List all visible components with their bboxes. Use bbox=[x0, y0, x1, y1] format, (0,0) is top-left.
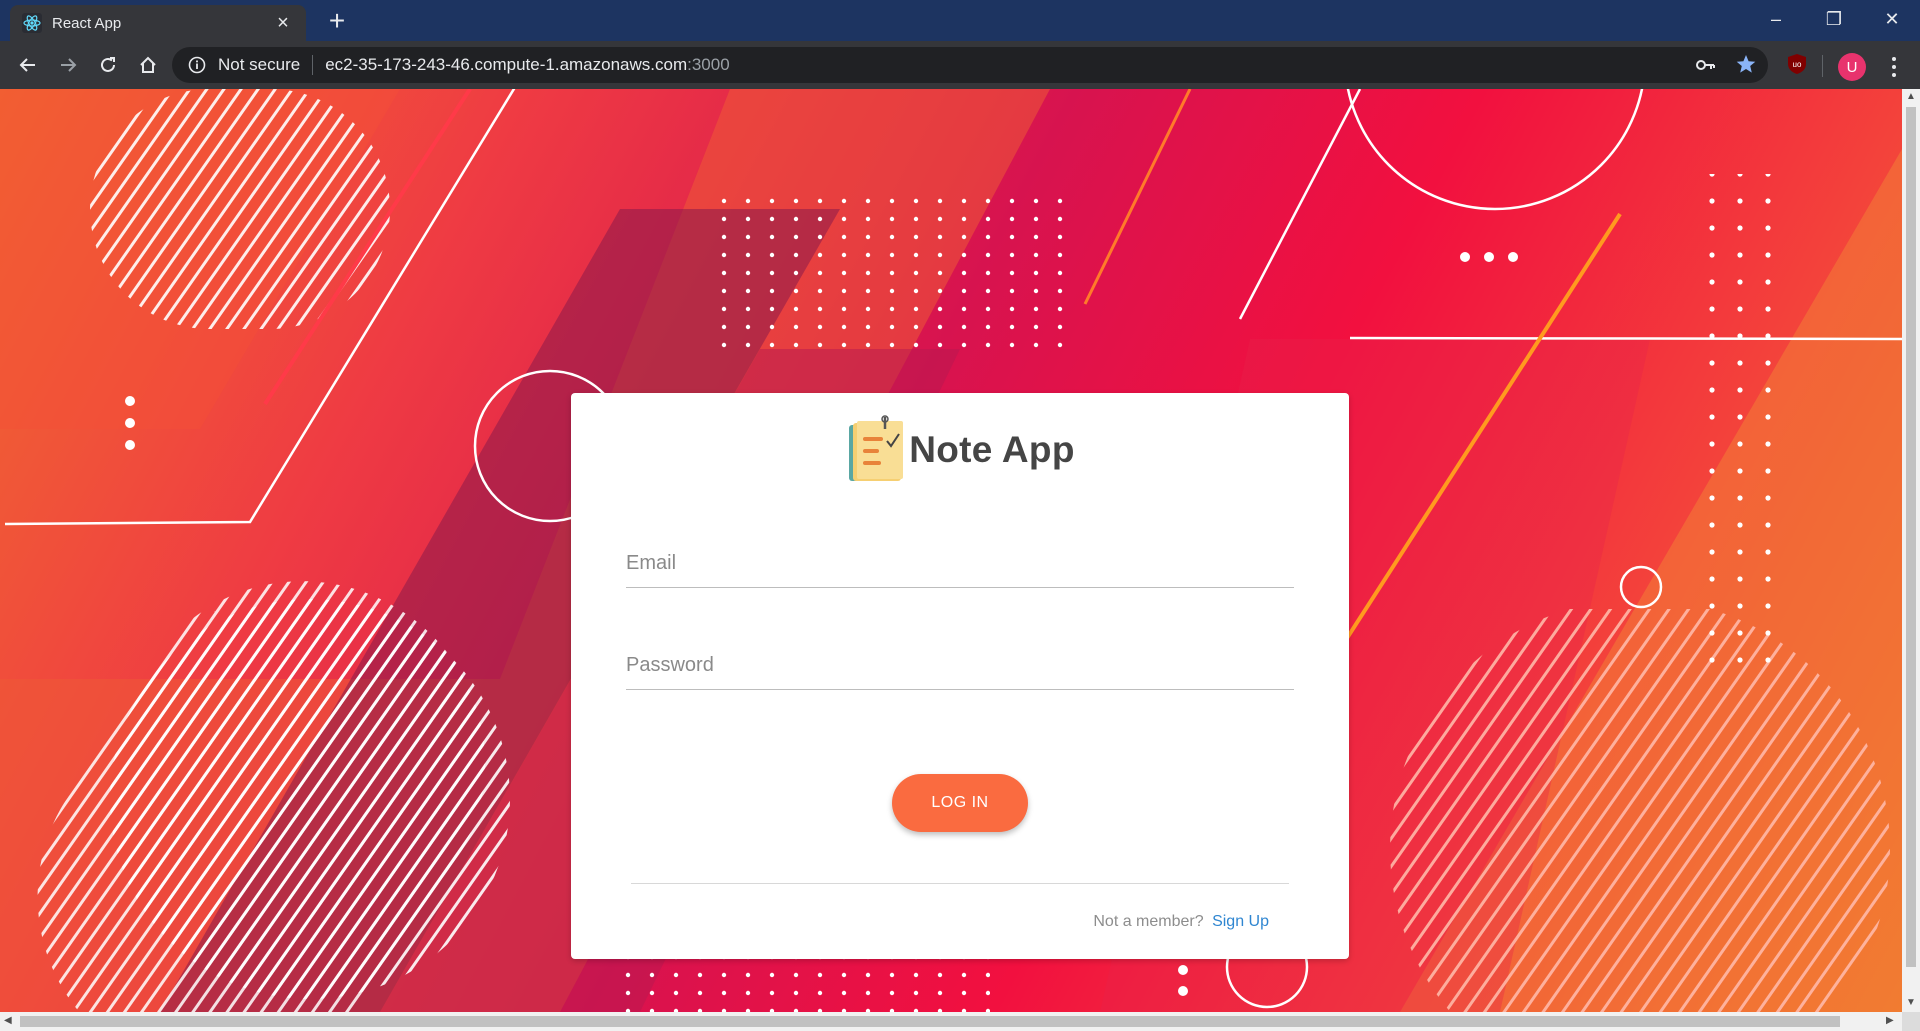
not-member-text: Not a member? bbox=[1093, 913, 1204, 930]
notepad-icon bbox=[849, 415, 904, 481]
divider bbox=[631, 883, 1289, 884]
close-window-button[interactable]: ✕ bbox=[1864, 4, 1920, 34]
star-icon[interactable] bbox=[1735, 53, 1757, 75]
toolbar-separator bbox=[1822, 55, 1823, 77]
info-icon[interactable] bbox=[188, 56, 206, 74]
scrollbar-corner bbox=[1902, 1012, 1920, 1031]
signup-footer: Not a member? Sign Up bbox=[1093, 913, 1269, 931]
horizontal-scrollbar[interactable]: ◀ ▶ bbox=[0, 1012, 1902, 1031]
forward-button[interactable] bbox=[52, 49, 84, 81]
tab-title: React App bbox=[52, 14, 122, 32]
security-label[interactable]: Not secure bbox=[218, 55, 300, 75]
vertical-scroll-thumb[interactable] bbox=[1906, 107, 1916, 967]
app-title: Note App bbox=[909, 429, 1075, 470]
email-field-wrapper bbox=[626, 541, 1294, 588]
restore-button[interactable]: ❐ bbox=[1806, 4, 1862, 34]
arrow-right-icon bbox=[61, 58, 77, 72]
reload-button[interactable] bbox=[92, 49, 124, 81]
scroll-up-icon[interactable]: ▲ bbox=[1906, 91, 1916, 102]
scroll-left-icon[interactable]: ◀ bbox=[4, 1015, 12, 1026]
password-input[interactable] bbox=[626, 643, 1294, 687]
home-icon bbox=[140, 56, 156, 73]
profile-avatar[interactable]: U bbox=[1838, 53, 1866, 81]
page-viewport: Note App LOG IN Not a member? Sign Up bbox=[0, 89, 1902, 1012]
scroll-down-icon[interactable]: ▼ bbox=[1906, 997, 1916, 1008]
vertical-scrollbar[interactable]: ▲ ▼ bbox=[1902, 89, 1920, 1012]
back-button[interactable] bbox=[12, 49, 44, 81]
login-card: Note App LOG IN Not a member? Sign Up bbox=[571, 393, 1349, 959]
browser-tab-strip: React App × + – ❐ ✕ bbox=[0, 0, 1920, 41]
ublock-icon[interactable]: uo bbox=[1786, 53, 1808, 75]
key-icon[interactable] bbox=[1696, 57, 1716, 73]
kebab-menu-icon[interactable] bbox=[1884, 53, 1904, 81]
svg-text:uo: uo bbox=[1793, 60, 1802, 69]
signup-link[interactable]: Sign Up bbox=[1212, 913, 1269, 930]
url-port: :3000 bbox=[687, 55, 730, 74]
arrow-left-icon bbox=[19, 58, 35, 72]
brand-header: Note App bbox=[571, 415, 1349, 485]
reload-icon bbox=[101, 57, 115, 72]
url-host: ec2-35-173-243-46.compute-1.amazonaws.co… bbox=[325, 55, 688, 74]
address-bar[interactable]: Not secure ec2-35-173-243-46.compute-1.a… bbox=[172, 47, 1768, 83]
browser-toolbar: Not secure ec2-35-173-243-46.compute-1.a… bbox=[0, 41, 1920, 89]
react-logo-icon bbox=[22, 13, 42, 33]
email-input[interactable] bbox=[626, 541, 1294, 585]
address-separator bbox=[312, 55, 314, 75]
horizontal-scroll-thumb[interactable] bbox=[20, 1016, 1840, 1027]
new-tab-button[interactable]: + bbox=[322, 6, 352, 36]
home-button[interactable] bbox=[132, 49, 164, 81]
login-button[interactable]: LOG IN bbox=[892, 774, 1028, 832]
minimize-button[interactable]: – bbox=[1748, 4, 1804, 34]
browser-tab[interactable]: React App × bbox=[10, 5, 306, 41]
password-field-wrapper bbox=[626, 643, 1294, 690]
scroll-right-icon[interactable]: ▶ bbox=[1886, 1015, 1894, 1026]
tab-close-icon[interactable]: × bbox=[272, 12, 294, 34]
